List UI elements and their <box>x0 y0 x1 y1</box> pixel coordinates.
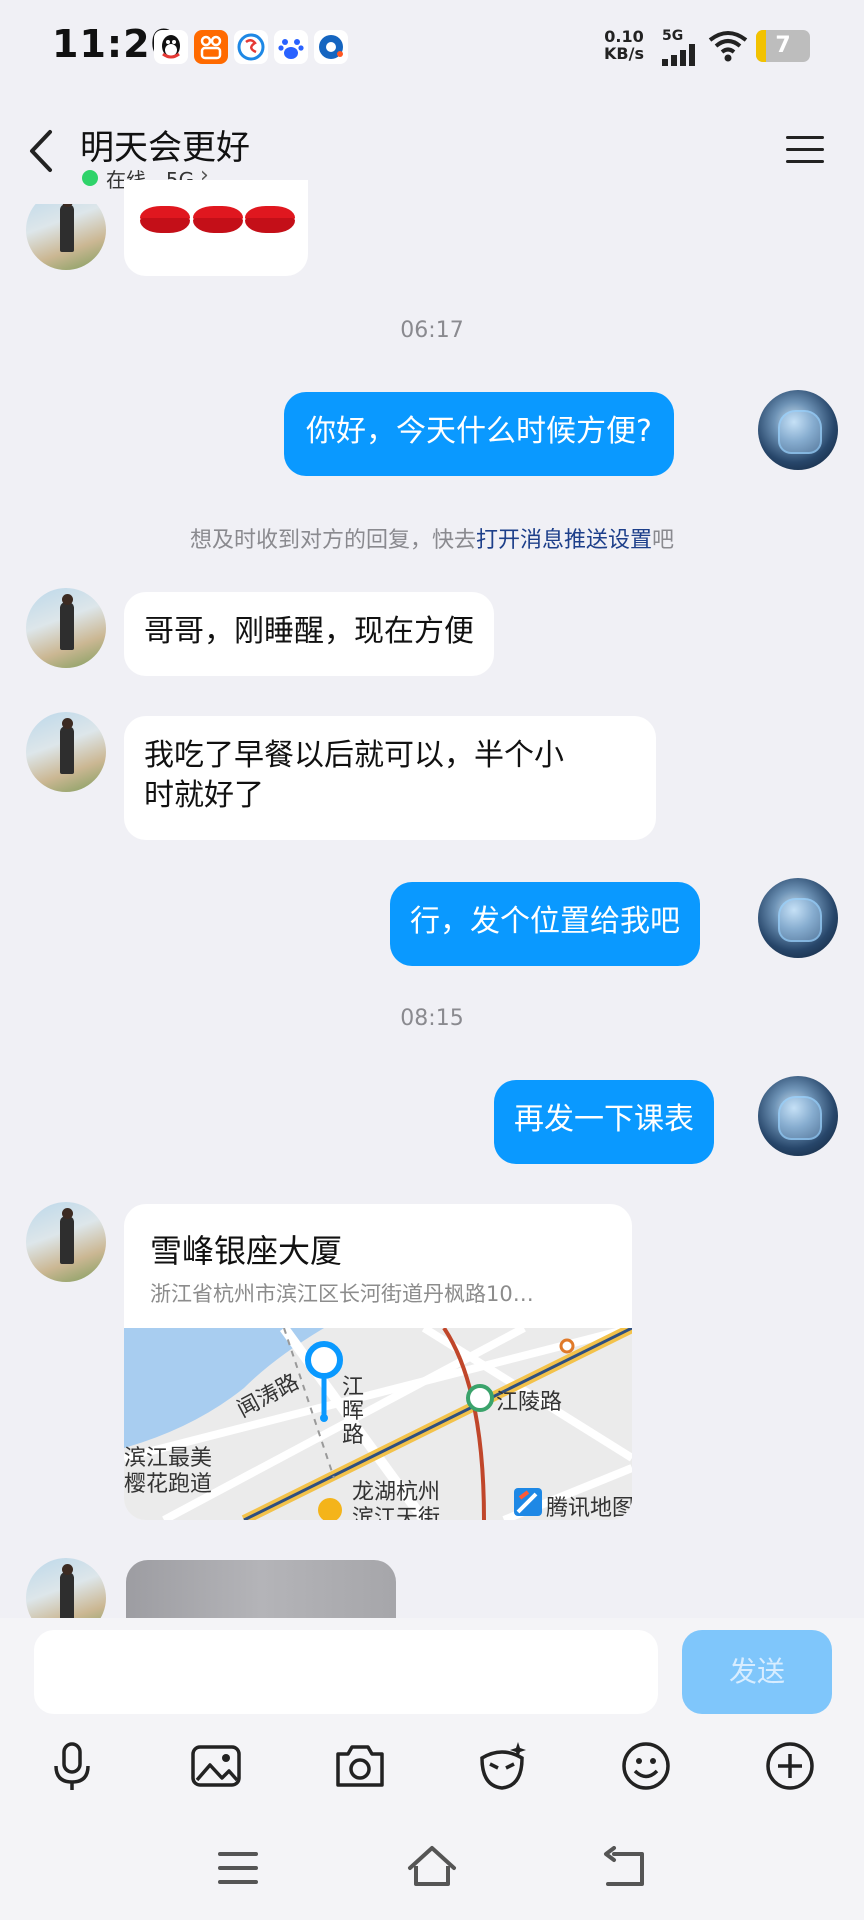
timestamp: 06:17 <box>400 318 464 343</box>
contact-avatar[interactable] <box>26 204 106 270</box>
send-button[interactable]: 发送 <box>682 1630 832 1714</box>
message-bubble-in[interactable] <box>124 180 308 276</box>
lips-emoji <box>140 204 295 234</box>
camera-icon[interactable] <box>332 1738 388 1794</box>
status-bar: 11:20 0.10 KB/s 5G 7 <box>0 0 864 90</box>
contact-avatar[interactable] <box>26 1202 106 1282</box>
map-label: 江 晖 路 <box>342 1375 365 1448</box>
gallery-icon[interactable] <box>188 1738 244 1794</box>
message-bubble-in[interactable]: 哥哥，刚睡醒，现在方便 <box>124 592 494 676</box>
sticker-icon[interactable] <box>474 1738 530 1794</box>
browser-icon <box>314 30 348 64</box>
emoji-icon[interactable] <box>618 1738 674 1794</box>
contact-name[interactable]: 明天会更好 <box>80 120 250 169</box>
qq-icon <box>154 30 188 64</box>
online-indicator <box>82 170 98 186</box>
message-bubble-out[interactable]: 你好，今天什么时候方便? <box>284 392 674 476</box>
net-speed: 0.10 KB/s <box>604 27 644 63</box>
push-notice: 想及时收到对方的回复，快去打开消息推送设置吧 <box>189 528 675 553</box>
plus-icon[interactable] <box>762 1738 818 1794</box>
my-avatar[interactable] <box>758 390 838 470</box>
map-label: 江陵路 <box>496 1390 563 1415</box>
location-card[interactable]: 雪峰银座大厦 浙江省杭州市滨江区长河街道丹枫路10… 闻涛路 江 晖 路 江陵路… <box>124 1204 632 1520</box>
location-title: 雪峰银座大厦 <box>150 1232 343 1270</box>
location-map[interactable]: 闻涛路 江 晖 路 江陵路 滨江最美 樱花跑道 龙湖杭州 滨江天街 腾讯地图 <box>124 1328 632 1520</box>
my-avatar[interactable] <box>758 878 838 958</box>
microphone-icon[interactable] <box>44 1738 100 1794</box>
map-provider-label: 腾讯地图 <box>546 1496 632 1520</box>
location-address: 浙江省杭州市滨江区长河街道丹枫路10… <box>150 1282 534 1306</box>
kuaishou-icon <box>194 30 228 64</box>
home-icon[interactable] <box>404 1842 460 1890</box>
menu-icon[interactable] <box>786 134 826 166</box>
wifi-icon <box>708 31 748 62</box>
map-label: 龙湖杭州 滨江天街 <box>352 1480 441 1520</box>
back-nav-icon[interactable] <box>602 1846 648 1890</box>
baidu-icon <box>274 30 308 64</box>
message-bubble-in[interactable]: 我吃了早餐以后就可以，半个小 时就好了 <box>124 716 656 840</box>
push-settings-link[interactable]: 打开消息推送设置 <box>476 528 652 553</box>
timestamp: 08:15 <box>400 1006 464 1031</box>
signal-icon <box>662 44 695 66</box>
map-label: 滨江最美 樱花跑道 <box>124 1446 213 1497</box>
network-type: 5G <box>662 28 684 44</box>
message-input[interactable] <box>34 1630 658 1714</box>
contact-avatar[interactable] <box>26 588 106 668</box>
contact-avatar[interactable] <box>26 712 106 792</box>
recent-apps-icon[interactable] <box>216 1848 260 1888</box>
back-arrow-icon[interactable] <box>26 128 56 174</box>
message-bubble-out[interactable]: 行，发个位置给我吧 <box>390 882 700 966</box>
my-avatar[interactable] <box>758 1076 838 1156</box>
battery-level: 7 <box>775 33 791 58</box>
battery-icon: 7 <box>756 30 810 62</box>
sogou-icon <box>234 30 268 64</box>
message-bubble-out[interactable]: 再发一下课表 <box>494 1080 714 1164</box>
